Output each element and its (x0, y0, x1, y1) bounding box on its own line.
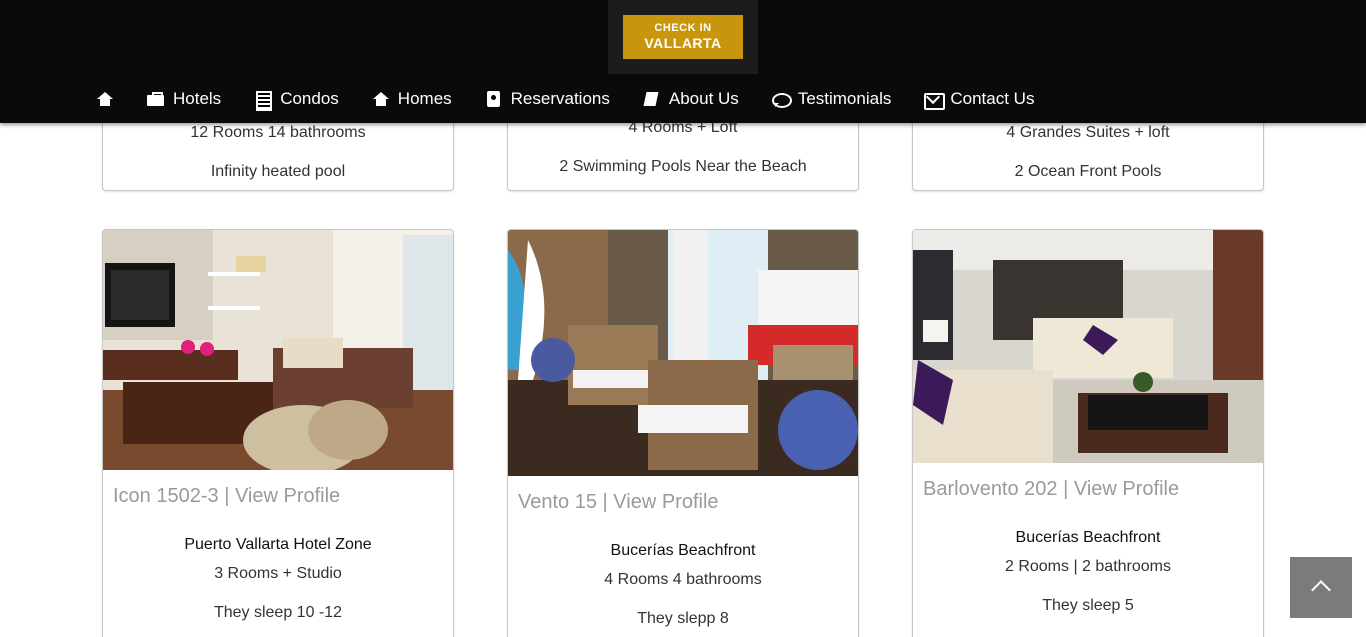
property-photo[interactable] (508, 230, 858, 476)
nav-testimonials[interactable]: Testimonials (771, 89, 892, 109)
property-location: Bucerías Beachfront (1015, 529, 1161, 546)
scroll-to-top-button[interactable] (1290, 557, 1352, 618)
nav-reservations[interactable]: Reservations (485, 89, 610, 109)
logo-container[interactable]: CHECK IN VALLARTA (608, 0, 758, 74)
book-icon (643, 90, 661, 108)
home-icon (372, 90, 390, 108)
property-sleeps: They sleep 5 (1042, 597, 1134, 614)
logo-line-2: VALLARTA (644, 35, 722, 51)
property-card-icon-1502-3: Icon 1502-3 | View Profile Puerto Vallar… (102, 229, 454, 637)
property-location: Bucerías Beachfront (610, 542, 756, 559)
pool-text: Infinity heated pool (210, 163, 346, 180)
nav-homes[interactable]: Homes (372, 89, 452, 109)
property-photo[interactable] (103, 230, 453, 470)
nav-about-us-label: About Us (668, 89, 739, 108)
property-sleeps: They sleep 10 -12 (213, 604, 343, 621)
property-rooms: 4 Rooms 4 bathrooms (604, 571, 762, 588)
rooms-text: 12 Rooms 14 bathrooms (190, 124, 366, 141)
main-nav: Hotels Condos Homes Reservations About U… (96, 88, 1067, 111)
nav-condos-label: Condos (280, 89, 339, 108)
property-title-link[interactable]: Barlovento 202 | View Profile (923, 478, 1179, 501)
chat-icon (771, 90, 792, 108)
logo-line-1: CHECK IN (654, 22, 712, 34)
nav-hotels[interactable]: Hotels (147, 89, 221, 109)
suitcase-icon (147, 90, 165, 108)
property-card-vento-15: Vento 15 | View Profile Bucerías Beachfr… (507, 229, 859, 637)
building-icon (254, 90, 273, 111)
pool-text: 2 Swimming Pools Near the Beach (559, 158, 807, 175)
envelope-icon (924, 90, 946, 110)
home-icon (96, 90, 114, 108)
site-header: CHECK IN VALLARTA Hotels Condos Homes Re… (0, 0, 1366, 123)
property-photo[interactable] (913, 230, 1263, 463)
property-title-link[interactable]: Vento 15 | View Profile (518, 491, 719, 514)
property-title-link[interactable]: Icon 1502-3 | View Profile (113, 485, 340, 508)
nav-about-us[interactable]: About Us (643, 89, 739, 109)
property-location: Puerto Vallarta Hotel Zone (184, 536, 372, 553)
nav-home[interactable] (96, 90, 114, 108)
nav-contact-us[interactable]: Contact Us (924, 89, 1035, 110)
rooms-text: 4 Grandes Suites + loft (1006, 124, 1170, 141)
nav-testimonials-label: Testimonials (797, 89, 892, 108)
property-rooms: 2 Rooms | 2 bathrooms (1004, 558, 1171, 575)
pool-text: 2 Ocean Front Pools (1014, 163, 1162, 180)
property-rooms: 3 Rooms + Studio (214, 565, 342, 582)
property-sleeps: They slepp 8 (637, 610, 729, 627)
check-in-vallarta-logo[interactable]: CHECK IN VALLARTA (623, 15, 743, 59)
nav-homes-label: Homes (397, 89, 452, 108)
contact-book-icon (485, 90, 503, 108)
nav-hotels-label: Hotels (173, 89, 222, 108)
nav-contact-us-label: Contact Us (950, 89, 1035, 108)
nav-reservations-label: Reservations (510, 89, 610, 108)
property-card-barlovento-202: Barlovento 202 | View Profile Bucerías B… (912, 229, 1264, 637)
nav-condos[interactable]: Condos (254, 89, 339, 111)
